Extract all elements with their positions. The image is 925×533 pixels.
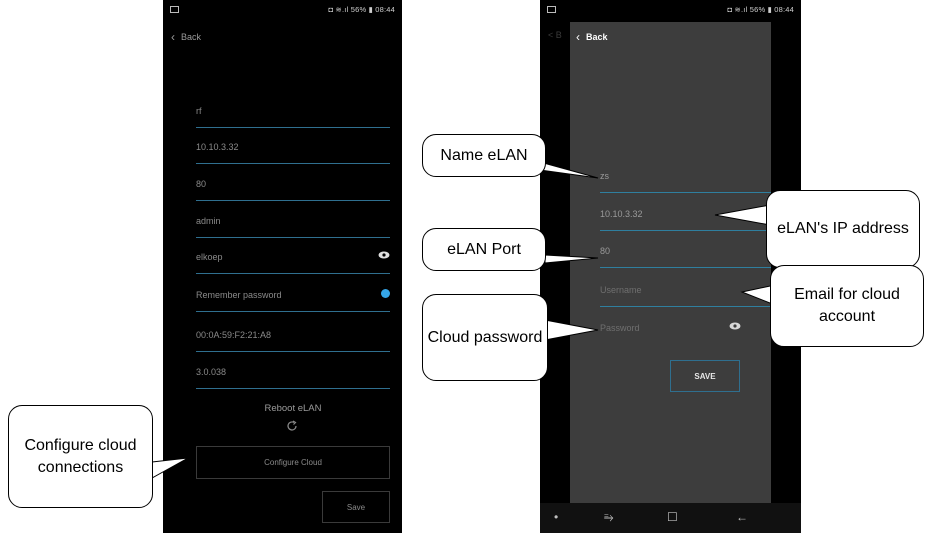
callout-elan-ip: eLAN's IP address <box>766 190 920 268</box>
back-arrow-icon[interactable]: ← <box>736 510 748 524</box>
cloud-password-field[interactable]: Password <box>600 319 771 344</box>
password-value: elkoep <box>196 252 223 262</box>
mac-address-field: 00:0A:59:F2:21:A8 <box>196 326 390 352</box>
port-value: 80 <box>600 246 611 256</box>
dialog-back-label: Back <box>586 32 608 42</box>
status-text: ◘ ≋.ıl 56% ▮ 08:44 <box>328 5 395 14</box>
mac-address-value: 00:0A:59:F2:21:A8 <box>196 330 272 340</box>
callout-configure-cloud: Configure cloud connections <box>8 405 153 508</box>
callout-name-elan: Name eLAN <box>422 134 546 177</box>
save-button[interactable]: SAVE <box>670 360 740 392</box>
chevron-left-icon: ‹ <box>171 30 175 44</box>
reboot-icon[interactable] <box>286 420 298 432</box>
firmware-version-field: 3.0.038 <box>196 363 390 389</box>
dialog-back-button[interactable]: ‹ Back <box>576 30 608 44</box>
status-bar: ◘ ≋.ıl 56% ▮ 08:44 <box>163 0 402 20</box>
back-button[interactable]: ‹ Back <box>171 30 201 44</box>
firmware-version-value: 3.0.038 <box>196 367 227 377</box>
eye-icon[interactable] <box>729 322 741 330</box>
port-field[interactable]: 80 <box>196 175 390 201</box>
android-nav-bar: • ⥱ ☐ ← <box>540 503 801 533</box>
password-field[interactable]: elkoep <box>196 248 390 274</box>
cloud-username-field[interactable]: Username <box>600 281 771 307</box>
ip-address-value: 10.10.3.32 <box>196 142 239 152</box>
elan-name-value: zs <box>600 171 609 181</box>
elan-name-value: rf <box>196 106 202 116</box>
recent-apps-icon[interactable]: ⥱ <box>604 510 614 525</box>
port-value: 80 <box>196 179 207 189</box>
phone-screen-left: ◘ ≋.ıl 56% ▮ 08:44 ‹ Back rf 10.10.3.32 8… <box>163 0 402 533</box>
remember-password-toggle[interactable]: Remember password <box>196 286 390 312</box>
reboot-label: Reboot eLAN <box>264 403 322 414</box>
cloud-dialog: ‹ Back zs 10.10.3.32 80 Username Password… <box>570 22 771 508</box>
remember-password-label: Remember password <box>196 290 282 300</box>
status-text: ◘ ≋.ıl 56% ▮ 08:44 <box>727 5 794 14</box>
ip-address-value: 10.10.3.32 <box>600 209 643 219</box>
save-button[interactable]: Save <box>322 491 390 523</box>
eye-icon[interactable] <box>378 251 390 259</box>
dot-icon: • <box>554 510 559 524</box>
configure-cloud-button[interactable]: Configure Cloud <box>196 446 390 479</box>
username-field[interactable]: admin <box>196 212 390 238</box>
callout-elan-port: eLAN Port <box>422 228 546 271</box>
back-label: Back <box>181 32 202 42</box>
chevron-left-icon: ‹ <box>576 30 580 44</box>
port-field[interactable]: 80 <box>600 242 771 268</box>
username-placeholder: Username <box>600 285 642 295</box>
background-back-label: < B <box>548 30 562 40</box>
image-icon <box>547 6 556 13</box>
username-value: admin <box>196 216 221 226</box>
callout-cloud-password: Cloud password <box>422 294 548 381</box>
status-bar: ◘ ≋.ıl 56% ▮ 08:44 <box>540 0 801 20</box>
ip-address-field[interactable]: 10.10.3.32 <box>196 138 390 164</box>
toggle-on-icon[interactable] <box>381 289 390 298</box>
phone-screen-right: ◘ ≋.ıl 56% ▮ 08:44 < B ‹ Back zs 10.10.3.… <box>540 0 801 533</box>
ip-address-field[interactable]: 10.10.3.32 <box>600 205 771 231</box>
callout-email-cloud: Email for cloud account <box>770 265 924 347</box>
password-placeholder: Password <box>600 323 640 333</box>
home-icon[interactable]: ☐ <box>667 510 678 524</box>
elan-name-field[interactable]: rf <box>196 102 390 128</box>
elan-name-field[interactable]: zs <box>600 167 771 193</box>
image-icon <box>170 6 179 13</box>
